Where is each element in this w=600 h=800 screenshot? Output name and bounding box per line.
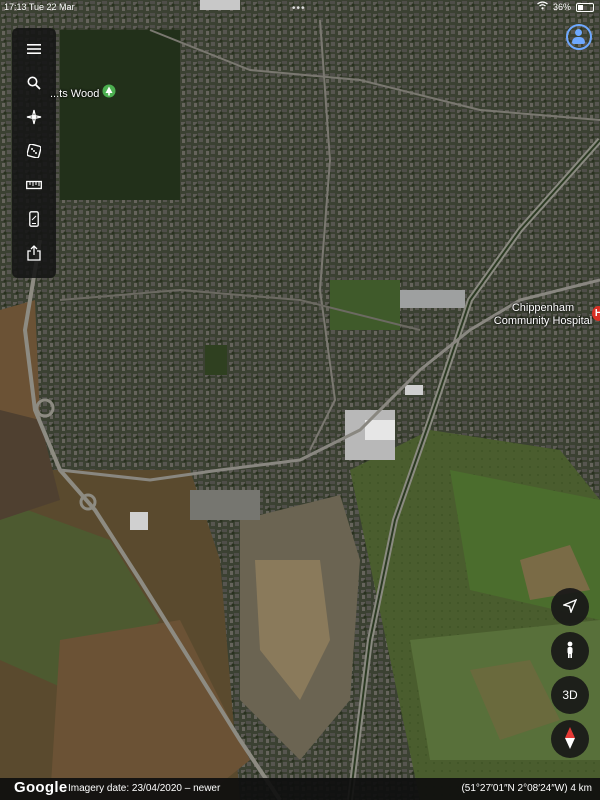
tree-marker-icon[interactable] bbox=[102, 84, 116, 105]
hospital-place-label[interactable]: Chippenham Community Hospital bbox=[488, 302, 598, 328]
left-toolbar bbox=[12, 28, 56, 278]
status-bar: 17:13 Tue 22 Mar ••• 36% bbox=[0, 0, 600, 14]
voyager-icon[interactable] bbox=[12, 100, 56, 134]
phone-icon[interactable] bbox=[12, 202, 56, 236]
google-logo: Google bbox=[14, 779, 68, 796]
status-time-date: 17:13 Tue 22 Mar bbox=[4, 0, 75, 14]
account-avatar-icon[interactable] bbox=[566, 24, 592, 50]
wifi-icon bbox=[537, 0, 548, 14]
status-time: 17:13 bbox=[4, 2, 27, 12]
3d-toggle-button[interactable]: 3D bbox=[551, 676, 589, 714]
pegman-icon bbox=[565, 641, 575, 662]
menu-icon[interactable] bbox=[12, 32, 56, 66]
imagery-date[interactable]: Imagery date: 23/04/2020 – newer bbox=[68, 783, 220, 794]
hospital-marker-icon[interactable]: H bbox=[592, 306, 600, 321]
battery-icon bbox=[576, 2, 594, 12]
status-indicators: 36% bbox=[537, 0, 594, 14]
compass-icon bbox=[564, 726, 576, 752]
3d-label: 3D bbox=[562, 688, 578, 702]
status-date: Tue 22 Mar bbox=[28, 2, 75, 12]
locate-button[interactable] bbox=[551, 588, 589, 626]
multitasking-dots-icon[interactable]: ••• bbox=[292, 2, 306, 16]
battery-percent: 36% bbox=[552, 2, 571, 12]
compass-button[interactable] bbox=[551, 720, 589, 758]
map-footer: Google Imagery date: 23/04/2020 – newer … bbox=[0, 778, 600, 800]
share-icon[interactable] bbox=[12, 236, 56, 270]
wood-place-label[interactable]: ...ts Wood bbox=[50, 88, 99, 100]
street-view-button[interactable] bbox=[551, 632, 589, 670]
dice-icon[interactable] bbox=[12, 134, 56, 168]
coordinates-scale: (51°27′01″N 2°08′24″W) 4 km bbox=[461, 783, 592, 794]
locate-icon bbox=[561, 598, 578, 616]
satellite-map[interactable] bbox=[0, 0, 600, 800]
ruler-icon[interactable] bbox=[12, 168, 56, 202]
